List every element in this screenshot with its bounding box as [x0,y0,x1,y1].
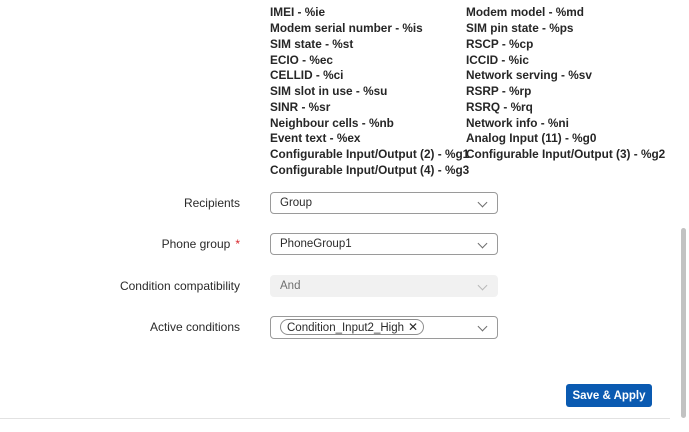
variable-modem-serial: Modem serial number - %is [270,21,423,35]
scrollbar-thumb[interactable] [681,228,686,418]
condition-chip: Condition_Input2_High ✕ [280,319,425,335]
variable-neighbour-cells: Neighbour cells - %nb [270,116,394,130]
phone-group-label-text: Phone group [161,237,231,251]
variable-sinr: SINR - %sr [270,100,331,114]
variable-rsrq: RSRQ - %rq [466,100,533,114]
variable-config-io-3: Configurable Input/Output (3) - %g2 [466,147,666,161]
variable-sim-pin-state: SIM pin state - %ps [466,21,574,35]
sms-settings-panel: IMEI - %ie Modem serial number - %is SIM… [0,0,671,419]
variable-sim-slot: SIM slot in use - %su [270,84,388,98]
variable-event-text: Event text - %ex [270,131,361,145]
active-conditions-select[interactable]: Condition_Input2_High ✕ [270,316,498,339]
variable-config-io-2: Configurable Input/Output (2) - %g1 [270,147,470,161]
variable-ecio: ECIO - %ec [270,53,333,67]
condition-compatibility-label: Condition compatibility [119,279,240,293]
phone-group-select[interactable]: PhoneGroup1 [270,233,498,255]
phone-group-value: PhoneGroup1 [280,238,352,250]
variable-sim-state: SIM state - %st [270,37,354,51]
save-apply-button[interactable]: Save & Apply [566,384,652,407]
variable-analog-input: Analog Input (11) - %g0 [466,131,597,145]
chevron-down-icon [477,197,488,208]
variable-network-info: Network info - %ni [466,116,569,130]
condition-compatibility-value: And [280,280,301,292]
chevron-down-icon [477,321,488,332]
recipients-select[interactable]: Group [270,192,498,214]
condition-compatibility-select: And [270,275,498,297]
variable-config-io-4: Configurable Input/Output (4) - %g3 [270,163,470,177]
variable-iccid: ICCID - %ic [466,53,529,67]
active-conditions-label: Active conditions [149,320,240,334]
condition-chip-label: Condition_Input2_High [287,322,405,334]
phone-group-label: Phone group * [162,237,240,251]
close-icon[interactable]: ✕ [408,320,418,334]
variable-imei: IMEI - %ie [270,5,326,19]
variable-network-serving: Network serving - %sv [466,68,592,82]
variable-cellid: CELLID - %ci [270,68,344,82]
recipients-label: Recipients [183,196,240,210]
recipients-value: Group [280,197,312,209]
scrollbar-track[interactable] [670,0,689,432]
variable-rscp: RSCP - %cp [466,37,534,51]
required-marker: * [235,237,240,251]
chevron-down-icon [477,280,488,291]
variable-modem-model: Modem model - %md [466,5,584,19]
variable-rsrp: RSRP - %rp [466,84,532,98]
chevron-down-icon [477,238,488,249]
